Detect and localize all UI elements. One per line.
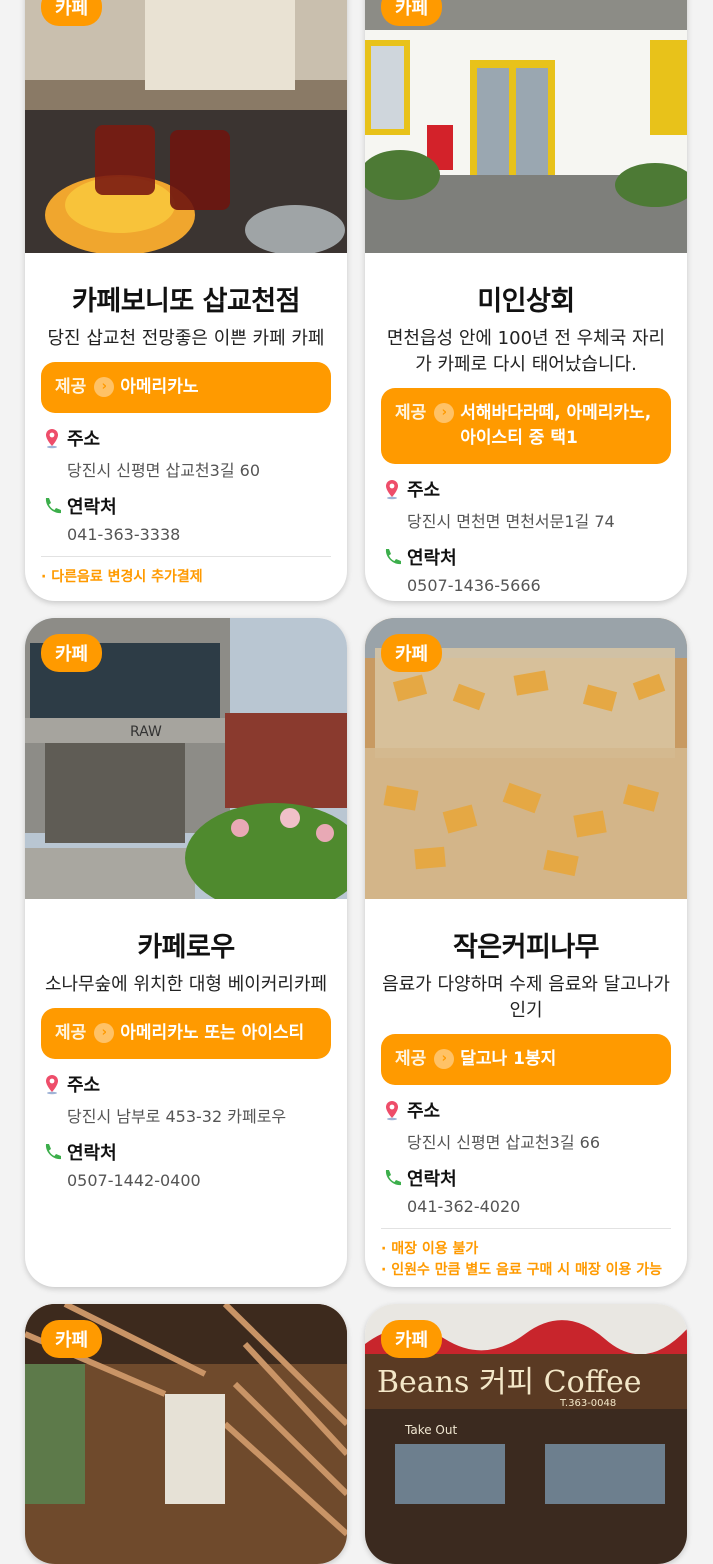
cafe-photo: 카페 [365,618,687,899]
category-badge: 카페 [381,634,443,672]
divider [41,556,331,557]
cafe-card[interactable]: 카페 카페보니또 삽교천점 당진 삽교천 전망좋은 이쁜 카페 카페 제공 › … [25,0,347,601]
phone-value[interactable]: 041-363-3338 [67,525,331,544]
category-badge: 카페 [381,1320,443,1358]
address-label: 주소 [67,1075,101,1096]
cafe-photo: 카페 [365,0,687,253]
cafe-photo: RAW 카페 [25,618,347,899]
contact-label: 연락처 [407,548,457,569]
offer-label: 제공 [55,377,87,397]
cafe-title: 작은커피나무 [452,932,600,963]
cafe-title: 카페로우 [137,932,235,963]
cafe-photo: Beans 커피 Coffee T.363-0048 Take Out 카페 [365,1304,687,1564]
cafe-description: 소나무숲에 위치한 대형 베이커리카페 [44,974,328,995]
chevron-right-icon: › [434,1049,455,1069]
shop-sign: Beans 커피 Coffee [377,1365,642,1400]
cafe-title: 미인상회 [477,286,575,317]
cafe-title: 카페보니또 삽교천점 [72,286,300,317]
offer-box: 제공 › 서해바다라떼, 아메리카노, 아이스티 중 택1 [381,388,671,464]
cafe-card[interactable]: 카페 작은커피나무 음료가 다양하며 수제 음료와 달고나가 인기 제공 › 달… [365,618,687,1287]
contact-label: 연락처 [407,1169,457,1190]
cafe-description: 면천읍성 안에 100년 전 우체국 자리가 카페로 다시 태어났습니다. [386,328,666,375]
offer-value: 아메리카노 [120,377,199,397]
location-pin-icon [386,1101,398,1121]
address-value: 당진시 남부로 453-32 카페로우 [67,1107,287,1126]
phone-value[interactable]: 0507-1436-5666 [407,576,671,595]
location-pin-icon [46,429,58,449]
address-label: 주소 [407,1101,441,1122]
note-text: · 다른음료 변경시 추가결제 [41,569,203,585]
offer-label: 제공 [395,1049,427,1069]
contact-label: 연락처 [67,1143,117,1164]
address-value: 당진시 면천면 면천서문1길 74 [407,512,615,531]
building-sign: RAW [130,724,162,740]
cafe-description: 음료가 다양하며 수제 음료와 달고나가 인기 [382,974,670,1021]
offer-label: 제공 [395,403,427,423]
offer-box: 제공 › 아메리카노 [41,362,331,413]
cafe-card[interactable]: 카페 [25,1304,347,1564]
offer-box: 제공 › 아메리카노 또는 아이스티 [41,1008,331,1059]
offer-value: 서해바다라떼, 아메리카노, 아이스티 중 택1 [460,403,652,448]
category-badge: 카페 [381,0,443,26]
address-value: 당진시 신평면 삽교천3길 60 [67,461,260,480]
phone-icon [45,498,61,514]
address-label: 주소 [67,429,101,450]
category-badge: 카페 [41,634,103,672]
address-heading: 주소 [41,425,331,451]
contact-heading: 연락처 [41,493,331,519]
cafe-photo: 카페 [25,1304,347,1564]
cafe-card[interactable]: Beans 커피 Coffee T.363-0048 Take Out 카페 [365,1304,687,1564]
cafe-photo: 카페 [25,0,347,253]
offer-box: 제공 › 달고나 1봉지 [381,1034,671,1085]
chevron-right-icon: › [94,377,115,397]
phone-value[interactable]: 0507-1442-0400 [67,1171,331,1190]
cafe-card[interactable]: RAW 카페 카페로우 소나무숲에 위치한 대형 베이커리카페 제공 › 아메리… [25,618,347,1287]
contact-heading: 연락처 [381,544,671,570]
chevron-right-icon: › [94,1023,115,1043]
offer-label: 제공 [55,1023,87,1043]
address-heading: 주소 [381,1097,671,1123]
phone-value[interactable]: 041-362-4020 [407,1197,671,1216]
takeout-sign: Take Out [404,1423,457,1437]
cafe-card[interactable]: 카페 미인상회 면천읍성 안에 100년 전 우체국 자리가 카페로 다시 태어… [365,0,687,601]
contact-heading: 연락처 [381,1165,671,1191]
address-heading: 주소 [41,1071,331,1097]
address-value: 당진시 신평면 삽교천3길 66 [407,1133,600,1152]
shop-phone: T.363-0048 [559,1398,616,1409]
phone-icon [385,1170,401,1186]
chevron-right-icon: › [434,403,455,423]
contact-heading: 연락처 [41,1139,331,1165]
phone-icon [45,1144,61,1160]
offer-value: 달고나 1봉지 [460,1049,557,1069]
address-heading: 주소 [381,476,671,502]
cafe-description: 당진 삽교천 전망좋은 이쁜 카페 카페 [47,328,325,349]
note-text: · 매장 이용 불가 [381,1241,479,1257]
offer-value: 아메리카노 또는 아이스티 [120,1023,305,1043]
category-badge: 카페 [41,1320,103,1358]
location-pin-icon [386,480,398,500]
contact-label: 연락처 [67,497,117,518]
address-label: 주소 [407,480,441,501]
location-pin-icon [46,1075,58,1095]
divider [381,1228,671,1229]
phone-icon [385,549,401,565]
note-text: · 인원수 만큼 별도 음료 구매 시 매장 이용 가능 [381,1262,663,1278]
category-badge: 카페 [41,0,103,26]
